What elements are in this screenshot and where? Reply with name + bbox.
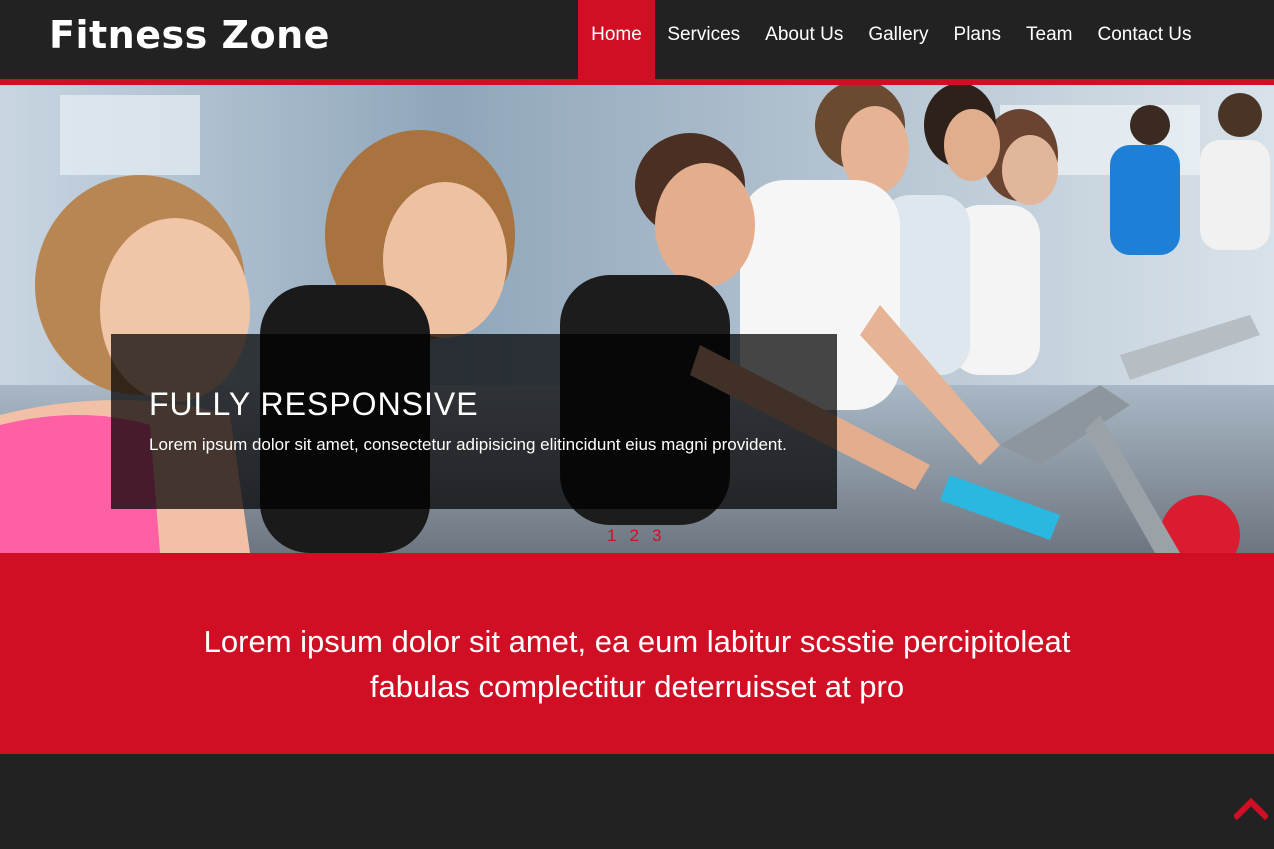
footer-area: [0, 754, 1274, 849]
hero-slider: FULLY RESPONSIVE Lorem ipsum dolor sit a…: [0, 85, 1274, 553]
nav-item-home[interactable]: Home: [578, 0, 655, 79]
nav-item-services[interactable]: Services: [655, 0, 753, 79]
nav-item-about-us[interactable]: About Us: [753, 0, 856, 79]
pager-link-2[interactable]: 2: [629, 526, 638, 546]
nav-item-plans[interactable]: Plans: [941, 0, 1014, 79]
slider-pager: 1 2 3: [607, 526, 661, 546]
slide-title: FULLY RESPONSIVE: [149, 386, 479, 422]
intro-band: Lorem ipsum dolor sit amet, ea eum labit…: [0, 553, 1274, 754]
main-nav: Home Services About Us Gallery Plans Tea…: [578, 0, 1204, 79]
chevron-up-icon[interactable]: [1234, 796, 1268, 820]
pager-link-1[interactable]: 1: [607, 526, 616, 546]
nav-item-gallery[interactable]: Gallery: [856, 0, 941, 79]
slide-caption: FULLY RESPONSIVE Lorem ipsum dolor sit a…: [111, 334, 837, 509]
intro-text: Lorem ipsum dolor sit amet, ea eum labit…: [0, 619, 1274, 709]
pager-link-3[interactable]: 3: [652, 526, 661, 546]
site-header: Fitness Zone Home Services About Us Gall…: [0, 0, 1274, 79]
site-logo[interactable]: Fitness Zone: [49, 13, 330, 57]
intro-line-2: fabulas complectitur deterruisset at pro: [369, 669, 905, 704]
nav-item-contact-us[interactable]: Contact Us: [1085, 0, 1204, 79]
slide-text: Lorem ipsum dolor sit amet, consectetur …: [149, 435, 787, 454]
nav-item-team[interactable]: Team: [1014, 0, 1085, 79]
intro-line-1: Lorem ipsum dolor sit amet, ea eum labit…: [203, 624, 1071, 659]
